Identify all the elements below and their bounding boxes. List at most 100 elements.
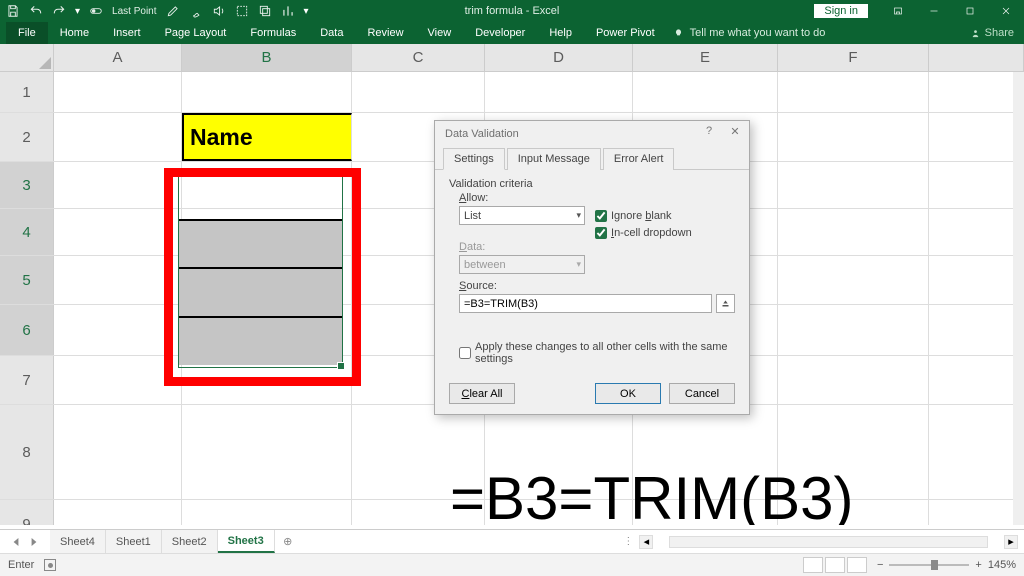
sheet-tab-sheet4[interactable]: Sheet4 (50, 530, 106, 553)
quick-access-toolbar: ▾ Last Point ▾ (0, 4, 309, 18)
ok-button[interactable]: OK (595, 383, 661, 404)
save-icon[interactable] (6, 4, 20, 18)
zoom-in-icon[interactable]: + (975, 559, 981, 571)
macro-record-icon[interactable] (44, 559, 56, 571)
chart-icon[interactable] (281, 4, 295, 18)
qat-more[interactable]: ▾ (304, 6, 309, 17)
copy-icon[interactable] (258, 4, 272, 18)
cell[interactable] (182, 72, 352, 112)
sheet-tab-sheet1[interactable]: Sheet1 (106, 530, 162, 553)
close-icon[interactable] (988, 0, 1024, 22)
dialog-tab-settings[interactable]: Settings (443, 148, 505, 170)
row-header-9[interactable]: 9 (0, 500, 54, 525)
tab-formulas[interactable]: Formulas (238, 22, 308, 44)
view-pagelayout-icon[interactable] (825, 557, 845, 573)
tab-insert[interactable]: Insert (101, 22, 153, 44)
cell-b2-name[interactable]: Name (182, 113, 352, 161)
maximize-icon[interactable] (952, 0, 988, 22)
allow-dropdown[interactable]: List ▾ (459, 206, 585, 225)
sheet-nav-prev-icon[interactable] (12, 537, 20, 547)
tab-home[interactable]: Home (48, 22, 101, 44)
dialog-tab-input-message[interactable]: Input Message (507, 148, 601, 170)
col-header-d[interactable]: D (485, 44, 633, 71)
cell[interactable] (352, 72, 485, 112)
hscroll-left-icon[interactable]: ◂ (639, 535, 653, 549)
view-normal-icon[interactable] (803, 557, 823, 573)
row-header-6[interactable]: 6 (0, 305, 54, 355)
ignore-blank-checkbox[interactable]: Ignore blank (595, 210, 672, 222)
tab-developer[interactable]: Developer (463, 22, 537, 44)
pen-icon[interactable] (166, 4, 180, 18)
dialog-title-bar[interactable]: Data Validation ? ✕ (435, 121, 749, 147)
column-headers: A B C D E F (0, 44, 1024, 72)
zoom-out-icon[interactable]: − (877, 559, 883, 571)
apply-all-checkbox[interactable]: Apply these changes to all other cells w… (459, 341, 735, 365)
row-header-1[interactable]: 1 (0, 72, 54, 112)
incell-dropdown-checkbox[interactable]: In-cell dropdown (595, 227, 692, 239)
clear-all-button[interactable]: Clear All (449, 383, 515, 404)
tab-data[interactable]: Data (308, 22, 355, 44)
data-label: ata: (467, 241, 485, 253)
row-header-3[interactable]: 3 (0, 162, 54, 208)
tab-power-pivot[interactable]: Power Pivot (584, 22, 667, 44)
row-header-4[interactable]: 4 (0, 209, 54, 255)
hscroll-track[interactable] (669, 536, 988, 548)
sheet-tab-sheet2[interactable]: Sheet2 (162, 530, 218, 553)
col-header-e[interactable]: E (633, 44, 778, 71)
select-all-corner[interactable] (0, 44, 54, 71)
sheet-tab-sheet3[interactable]: Sheet3 (218, 530, 275, 553)
share-button[interactable]: Share (970, 27, 1014, 39)
chevron-down-icon: ▾ (576, 259, 581, 270)
cell[interactable] (633, 72, 778, 112)
tab-help[interactable]: Help (537, 22, 584, 44)
qat-last-point[interactable]: Last Point (112, 6, 156, 17)
collapse-dialog-icon[interactable] (716, 294, 735, 313)
cell[interactable] (54, 113, 182, 161)
ribbon-options-icon[interactable] (880, 0, 916, 22)
validation-criteria-label: Validation criteria (449, 178, 735, 190)
cell[interactable] (778, 113, 929, 161)
col-header-b[interactable]: B (182, 44, 352, 71)
zoom-level[interactable]: 145% (988, 559, 1016, 571)
tab-file[interactable]: File (6, 22, 48, 44)
tab-view[interactable]: View (416, 22, 464, 44)
minimize-icon[interactable] (916, 0, 952, 22)
tab-page-layout[interactable]: Page Layout (153, 22, 239, 44)
cell[interactable] (485, 72, 633, 112)
toggle-icon[interactable] (89, 4, 103, 18)
undo-icon[interactable] (29, 4, 43, 18)
source-input[interactable] (459, 294, 712, 313)
data-validation-dialog: Data Validation ? ✕ Settings Input Messa… (434, 120, 750, 415)
row-header-5[interactable]: 5 (0, 256, 54, 304)
col-header-f[interactable]: F (778, 44, 929, 71)
dialog-tabs: Settings Input Message Error Alert (435, 147, 749, 170)
col-header-extra[interactable] (929, 44, 1024, 71)
cell[interactable] (778, 72, 929, 112)
dialog-help-icon[interactable]: ? (701, 125, 717, 138)
row-header-7[interactable]: 7 (0, 356, 54, 404)
cancel-button[interactable]: Cancel (669, 383, 735, 404)
col-header-c[interactable]: C (352, 44, 485, 71)
col-header-a[interactable]: A (54, 44, 182, 71)
status-mode: Enter (8, 559, 34, 571)
hscroll-right-icon[interactable]: ▸ (1004, 535, 1018, 549)
new-sheet-button[interactable]: ⊕ (275, 530, 301, 553)
row-header-8[interactable]: 8 (0, 405, 54, 499)
speak-icon[interactable] (212, 4, 226, 18)
allow-label: llow: (466, 192, 488, 204)
dialog-tab-error-alert[interactable]: Error Alert (603, 148, 675, 170)
source-label: ource: (466, 280, 497, 292)
brush-icon[interactable] (189, 4, 203, 18)
row-header-2[interactable]: 2 (0, 113, 54, 161)
select-icon[interactable] (235, 4, 249, 18)
tell-me-search[interactable]: Tell me what you want to do (673, 27, 826, 39)
tab-review[interactable]: Review (355, 22, 415, 44)
sign-in-button[interactable]: Sign in (814, 4, 868, 18)
vertical-scrollbar[interactable] (1013, 72, 1024, 525)
view-pagebreak-icon[interactable] (847, 557, 867, 573)
zoom-slider[interactable] (889, 564, 969, 566)
cell[interactable] (54, 72, 182, 112)
dialog-close-icon[interactable]: ✕ (727, 125, 743, 138)
redo-icon[interactable] (52, 4, 66, 18)
sheet-nav-next-icon[interactable] (30, 537, 38, 547)
